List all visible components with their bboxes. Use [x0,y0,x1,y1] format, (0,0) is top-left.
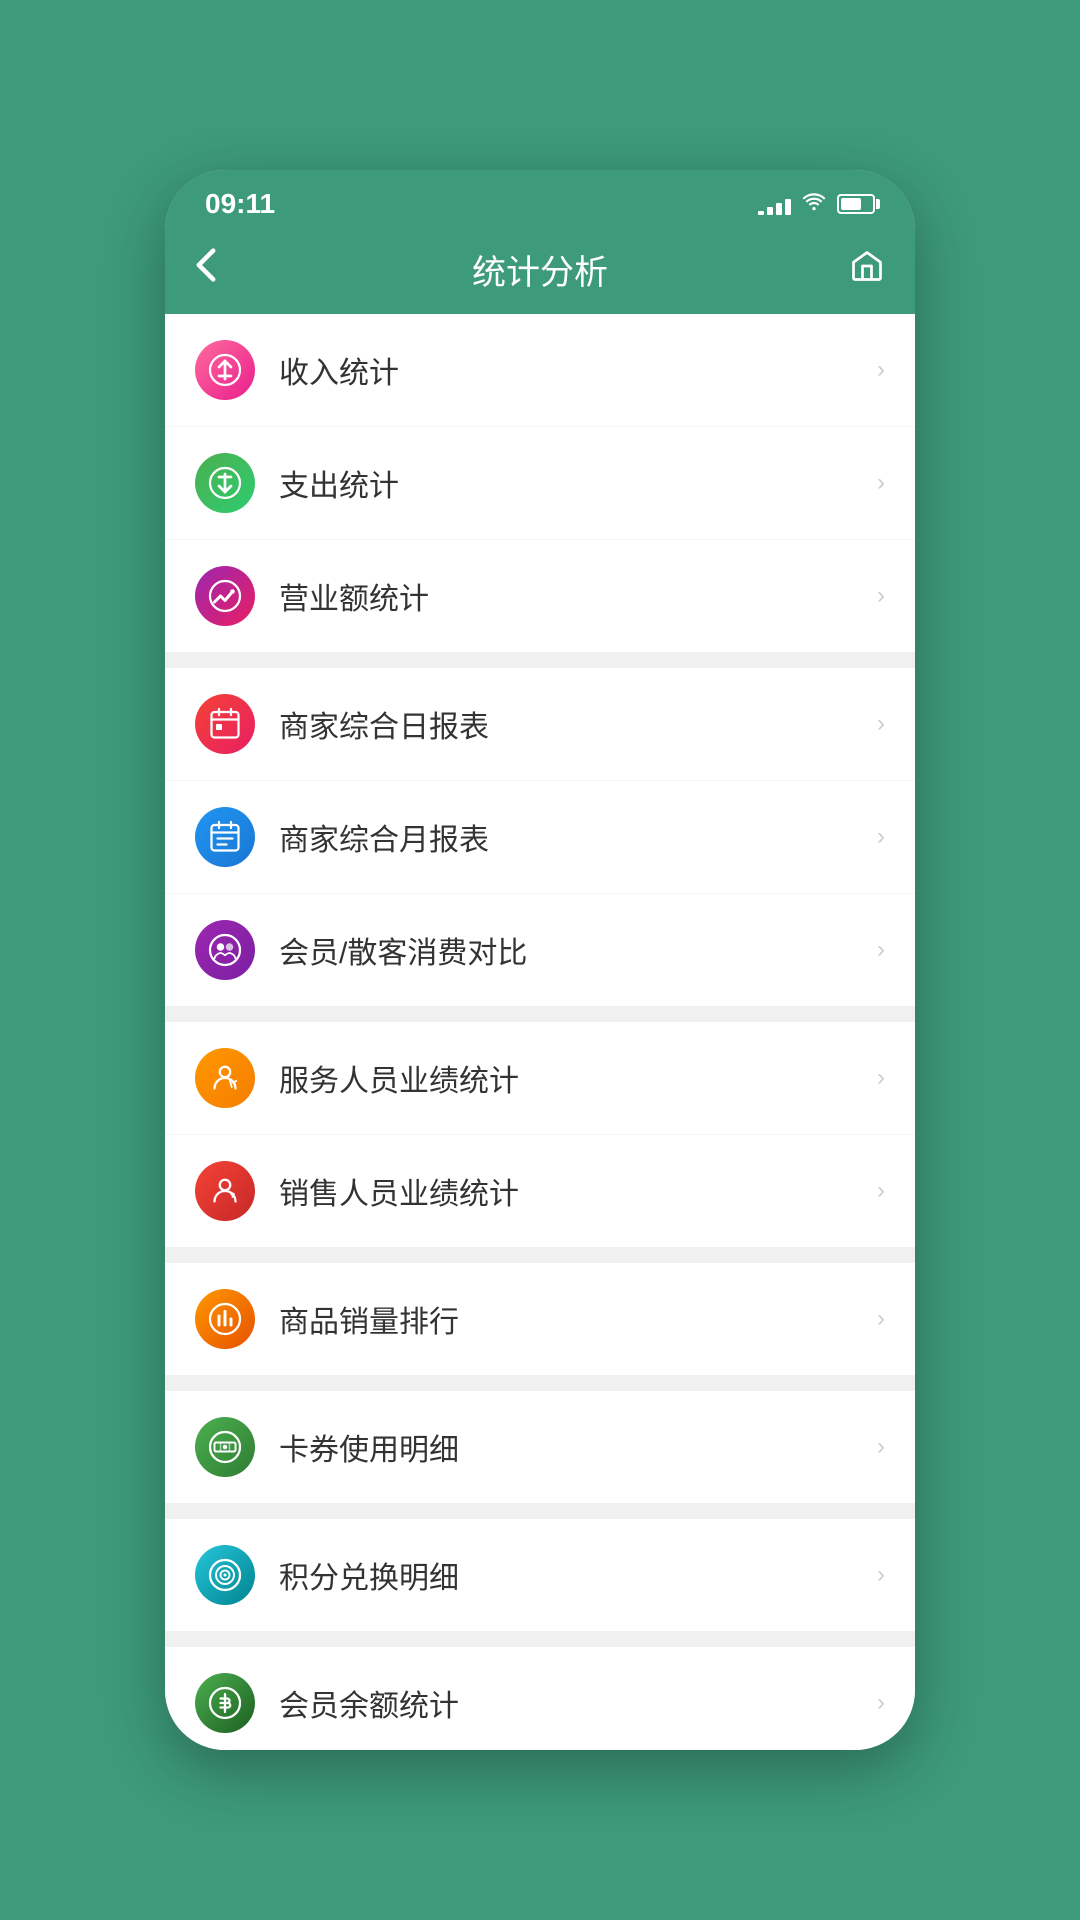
monthly-arrow: › [877,823,885,851]
menu-item-service-staff[interactable]: 服务人员业绩统计 › [165,1022,915,1135]
expense-arrow: › [877,469,885,497]
expense-label: 支出统计 [279,461,877,505]
menu-item-sales-staff[interactable]: 销售人员业绩统计 › [165,1135,915,1247]
menu-group-6: 积分兑换明细 › [165,1519,915,1631]
member-compare-icon [195,920,255,980]
daily-icon [195,694,255,754]
member-balance-label: 会员余额统计 [279,1681,877,1725]
page-title: 统计分析 [472,245,608,294]
income-icon [195,340,255,400]
daily-arrow: › [877,710,885,738]
coupon-arrow: › [877,1433,885,1461]
expense-icon [195,453,255,513]
menu-item-member-compare[interactable]: 会员/散客消费对比 › [165,894,915,1006]
status-time: 09:11 [205,188,275,220]
signal-icon [758,193,791,215]
revenue-arrow: › [877,582,885,610]
product-rank-label: 商品销量排行 [279,1297,877,1341]
sales-staff-arrow: › [877,1177,885,1205]
income-arrow: › [877,356,885,384]
home-button[interactable] [835,248,885,292]
menu-item-member-balance[interactable]: 会员余额统计 › [165,1647,915,1750]
member-compare-arrow: › [877,936,885,964]
menu-item-expense[interactable]: 支出统计 › [165,427,915,540]
menu-item-daily[interactable]: 商家综合日报表 › [165,668,915,781]
menu-item-product-rank[interactable]: 商品销量排行 › [165,1263,915,1375]
coupon-label: 卡券使用明细 [279,1425,877,1469]
menu-group-2: 商家综合日报表 › 商家综合月报表 › [165,668,915,1006]
nav-bar: 统计分析 [165,230,915,314]
member-balance-icon [195,1673,255,1733]
menu-group-5: 卡券使用明细 › [165,1391,915,1503]
sales-staff-label: 销售人员业绩统计 [279,1169,877,1213]
status-bar: 09:11 [165,170,915,230]
menu-item-revenue[interactable]: 营业额统计 › [165,540,915,652]
sales-staff-icon [195,1161,255,1221]
menu-group-4: 商品销量排行 › [165,1263,915,1375]
menu-item-points[interactable]: 积分兑换明细 › [165,1519,915,1631]
monthly-label: 商家综合月报表 [279,815,877,859]
revenue-label: 营业额统计 [279,574,877,618]
wifi-icon [801,190,827,218]
product-rank-arrow: › [877,1305,885,1333]
service-staff-arrow: › [877,1064,885,1092]
back-button[interactable] [195,247,245,292]
menu-group-3: 服务人员业绩统计 › 销售人员业绩统计 › [165,1022,915,1247]
revenue-icon [195,566,255,626]
menu-item-income[interactable]: 收入统计 › [165,314,915,427]
menu-group-7: 会员余额统计 › 会员登记统计 › [165,1647,915,1750]
coupon-icon [195,1417,255,1477]
income-label: 收入统计 [279,348,877,392]
points-arrow: › [877,1561,885,1589]
service-staff-label: 服务人员业绩统计 [279,1056,877,1100]
monthly-icon [195,807,255,867]
member-balance-arrow: › [877,1689,885,1717]
points-icon [195,1545,255,1605]
battery-icon [837,194,875,214]
menu-item-monthly[interactable]: 商家综合月报表 › [165,781,915,894]
product-rank-icon [195,1289,255,1349]
status-icons [758,190,875,218]
member-compare-label: 会员/散客消费对比 [279,928,877,972]
daily-label: 商家综合日报表 [279,702,877,746]
service-staff-icon [195,1048,255,1108]
phone-frame: 09:11 统计分析 [165,170,915,1750]
content-area: 收入统计 › 支出统计 › [165,314,915,1750]
menu-item-coupon[interactable]: 卡券使用明细 › [165,1391,915,1503]
points-label: 积分兑换明细 [279,1553,877,1597]
menu-group-1: 收入统计 › 支出统计 › [165,314,915,652]
